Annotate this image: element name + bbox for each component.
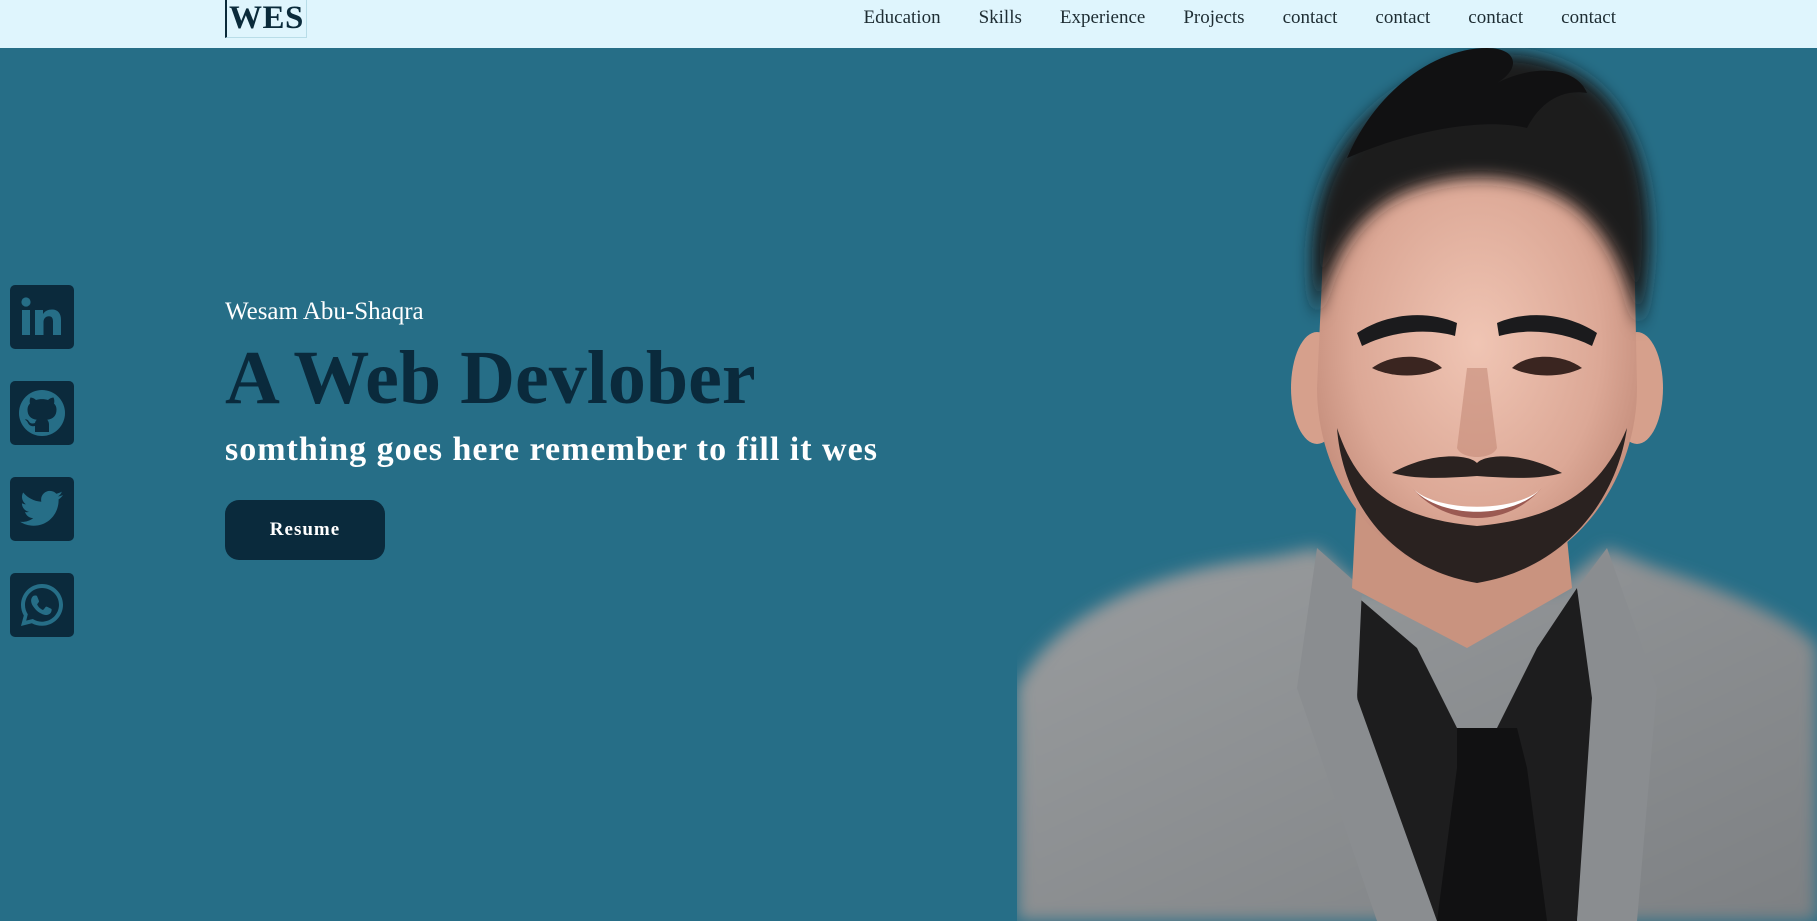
whatsapp-icon: [17, 580, 67, 630]
nav-link-contact-3[interactable]: contact: [1468, 7, 1523, 29]
linkedin-icon: [18, 293, 66, 341]
linkedin-link[interactable]: [10, 285, 74, 349]
hero-subtitle: somthing goes here remember to fill it w…: [225, 431, 878, 468]
whatsapp-link[interactable]: [10, 573, 74, 637]
github-icon: [17, 388, 67, 438]
hero-name: Wesam Abu-Shaqra: [225, 298, 424, 325]
nav-link-education[interactable]: Education: [864, 7, 941, 29]
github-link[interactable]: [10, 381, 74, 445]
social-sidebar: [10, 285, 74, 637]
nav-links: Education Skills Experience Projects con…: [864, 0, 1616, 36]
twitter-icon: [17, 484, 67, 534]
nav-link-experience[interactable]: Experience: [1060, 7, 1145, 29]
profile-photo: [1017, 48, 1817, 921]
nav-link-contact-2[interactable]: contact: [1375, 7, 1430, 29]
logo[interactable]: WES: [225, 0, 307, 38]
hero-section: Wesam Abu-Shaqra A Web Devlober somthing…: [225, 295, 1045, 560]
twitter-link[interactable]: [10, 477, 74, 541]
nav-link-skills[interactable]: Skills: [979, 7, 1022, 29]
resume-button[interactable]: Resume: [225, 500, 385, 560]
navbar: WES Education Skills Experience Projects…: [0, 0, 1817, 48]
nav-link-contact-1[interactable]: contact: [1283, 7, 1338, 29]
hero-title: A Web Devlober: [225, 336, 756, 420]
nav-link-contact-4[interactable]: contact: [1561, 7, 1616, 29]
nav-link-projects[interactable]: Projects: [1183, 7, 1244, 29]
